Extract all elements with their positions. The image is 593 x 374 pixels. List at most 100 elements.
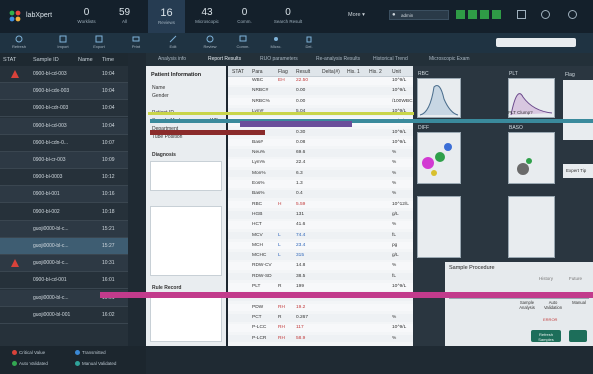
wnb-scattergram[interactable] bbox=[417, 196, 461, 258]
reviews-count: 16 bbox=[160, 7, 173, 19]
history-label[interactable]: History bbox=[539, 276, 553, 281]
power-icon[interactable] bbox=[568, 10, 577, 19]
all-counter[interactable]: 59 All bbox=[108, 0, 141, 33]
result-row[interactable]: Lym% 22.4% bbox=[228, 159, 413, 168]
result-row[interactable]: RDW-CV 14.8% bbox=[228, 262, 413, 271]
result-row[interactable]: Eos% 1.3% bbox=[228, 180, 413, 188]
more-menu[interactable]: More ▾ bbox=[348, 12, 365, 18]
tab-historical-trend[interactable]: Historical Trend bbox=[373, 56, 408, 62]
sample-row[interactable]: 0900-bl-002 10:18 bbox=[0, 204, 128, 221]
param-name: PLT bbox=[252, 284, 261, 289]
printer-status-icon[interactable] bbox=[480, 10, 489, 19]
review-button[interactable]: Review bbox=[197, 35, 223, 49]
result-row[interactable]: Bas# 0.08 10^9/L bbox=[228, 138, 413, 147]
result-row[interactable]: MCH L 23.4 pg bbox=[228, 241, 413, 250]
tab-reanalysis-results[interactable]: Re-analysis Results bbox=[316, 56, 360, 62]
search-result-counter[interactable]: 0 Search Result bbox=[266, 0, 310, 33]
result-row[interactable]: RDW-SD 38.5 fL bbox=[228, 272, 413, 281]
help-icon[interactable] bbox=[541, 10, 550, 19]
sample-row[interactable]: 0900-bl-cr-003 10:09 bbox=[0, 152, 128, 169]
result-row[interactable]: Neu% 69.6% bbox=[228, 149, 413, 157]
glitch-stripe-magenta bbox=[100, 292, 593, 298]
search-input[interactable] bbox=[496, 38, 576, 47]
result-row[interactable]: Bas% 0.4% bbox=[228, 190, 413, 198]
user-menu[interactable]: ● admin bbox=[389, 10, 449, 20]
sample-row[interactable]: guoji0000-bl-001 16:02 bbox=[0, 307, 128, 324]
result-row[interactable]: P-LCC RH 117 10^9/L bbox=[228, 324, 413, 332]
sample-row[interactable]: 0900-bl-cd-001 16:01 bbox=[0, 272, 128, 290]
legend-auto-validated-label: Auto Validated bbox=[19, 361, 48, 366]
sample-row[interactable]: guoji0000-bl-c... 15:21 bbox=[0, 220, 128, 238]
comm-label: Comm. bbox=[236, 44, 250, 49]
legend-critical-label: Critical Value bbox=[19, 350, 46, 355]
edit-button[interactable]: Edit bbox=[160, 35, 186, 49]
param-name: Mon% bbox=[252, 170, 266, 176]
sample-row[interactable]: 0900-bl-cdx-003 10:04 bbox=[0, 83, 128, 101]
result-row[interactable]: HGB 131 g/L bbox=[228, 210, 413, 219]
tab-ruo-parameters[interactable]: RUO parameters bbox=[260, 56, 298, 62]
result-row[interactable]: MCHC L 315 g/L bbox=[228, 252, 413, 260]
toolbar: Refresh Import Export Print Edit Review … bbox=[0, 33, 593, 53]
sample-time: 16:02 bbox=[102, 311, 115, 318]
reviews-counter[interactable]: 16 Reviews bbox=[148, 0, 185, 33]
result-row[interactable]: HCT 41.6% bbox=[228, 221, 413, 229]
sample-list-scrollbar[interactable] bbox=[128, 53, 146, 346]
result-row[interactable]: WBC EH 22.50 10^9/L bbox=[228, 77, 413, 85]
tab-report-results[interactable]: Report Results bbox=[208, 56, 241, 62]
chevron-down-icon: ▾ bbox=[362, 12, 365, 18]
diagnosis-field[interactable] bbox=[150, 161, 222, 191]
sample-id: guoji0000-bl-001 bbox=[33, 311, 71, 318]
result-row[interactable]: PLT R 199 10^9/L bbox=[228, 283, 413, 291]
import-button[interactable]: Import bbox=[50, 35, 76, 49]
sample-row[interactable]: 0900-bl-001 10:16 bbox=[0, 186, 128, 204]
refresh-samples-button[interactable]: Refresh Samples bbox=[531, 330, 561, 342]
instrument-status-icon[interactable] bbox=[456, 10, 465, 19]
param-name: MCV bbox=[252, 232, 263, 238]
result-row[interactable]: P-LCR RH 58.9% bbox=[228, 334, 413, 343]
result-row[interactable]: NRBC# 0.00 10^9/L bbox=[228, 87, 413, 95]
screen-icon[interactable] bbox=[517, 10, 526, 19]
comm-button[interactable]: Comm. bbox=[230, 35, 256, 49]
ret-scattergram[interactable] bbox=[508, 196, 555, 258]
result-row[interactable]: PCT R 0.267% bbox=[228, 313, 413, 322]
expert-tip-panel[interactable]: Expert Tip bbox=[563, 164, 593, 178]
sample-row[interactable]: guoji0000-bl-c... 15:27 bbox=[0, 238, 128, 255]
result-value: 22.4 bbox=[296, 160, 306, 166]
future-label[interactable]: Future bbox=[569, 276, 582, 281]
result-value: 5.59 bbox=[296, 201, 306, 207]
worklists-counter[interactable]: 0 Worklists bbox=[70, 0, 103, 33]
sample-id: 0900-bl-cd-003 bbox=[33, 71, 67, 77]
microscopic-counter[interactable]: 43 Microscopic bbox=[188, 0, 226, 33]
print-button[interactable]: Print bbox=[123, 35, 149, 49]
result-row[interactable]: Mon% 6.3% bbox=[228, 169, 413, 178]
result-row[interactable]: PDW RH 19.2 bbox=[228, 303, 413, 312]
rbc-histogram[interactable]: RBC bbox=[417, 71, 461, 118]
param-name: RBC bbox=[252, 201, 263, 207]
tab-analysis-info[interactable]: Analysis info bbox=[158, 56, 186, 62]
sample-row[interactable]: 0900-bl-cd-003 10:04 bbox=[0, 66, 128, 83]
comm-counter[interactable]: 0 Comm. bbox=[228, 0, 261, 33]
tab-microscopic-exam[interactable]: Microscopic Exam bbox=[429, 56, 470, 62]
diff-scattergram[interactable]: DIFF bbox=[417, 125, 461, 184]
refresh-icon bbox=[15, 35, 23, 43]
result-row[interactable]: MCV L 74.4 fL bbox=[228, 231, 413, 240]
sample-row[interactable]: 0900-bl-0003 10:12 bbox=[0, 169, 128, 187]
next-sample-button[interactable] bbox=[569, 330, 587, 342]
micro-button[interactable]: Micro. bbox=[263, 35, 289, 49]
lis-status-icon[interactable] bbox=[468, 10, 477, 19]
sample-id: 0900-bl-cd-001 bbox=[33, 277, 67, 284]
network-status-icon[interactable] bbox=[492, 10, 501, 19]
sample-row[interactable]: 0900-bl-cdr-003 10:04 bbox=[0, 100, 128, 118]
sample-row[interactable]: 0900-bl-cdn-0... 10:07 bbox=[0, 135, 128, 152]
delete-button[interactable]: Del. bbox=[296, 35, 322, 49]
sample-row[interactable]: guoji0000-bl-c... 10:31 bbox=[0, 255, 128, 273]
result-row[interactable]: RBC H 5.59 10^12/L bbox=[228, 200, 413, 209]
refresh-button[interactable]: Refresh bbox=[6, 35, 32, 49]
col-para: Para bbox=[252, 69, 263, 75]
result-row[interactable]: NRBC% 0.00/100WBC bbox=[228, 97, 413, 106]
sample-row[interactable]: 0900-bl-cd-003 10:04 bbox=[0, 117, 128, 135]
baso-scattergram[interactable]: BASO bbox=[508, 125, 555, 184]
export-button[interactable]: Export bbox=[86, 35, 112, 49]
all-count: 59 bbox=[118, 7, 131, 18]
comment-field[interactable] bbox=[150, 206, 222, 276]
